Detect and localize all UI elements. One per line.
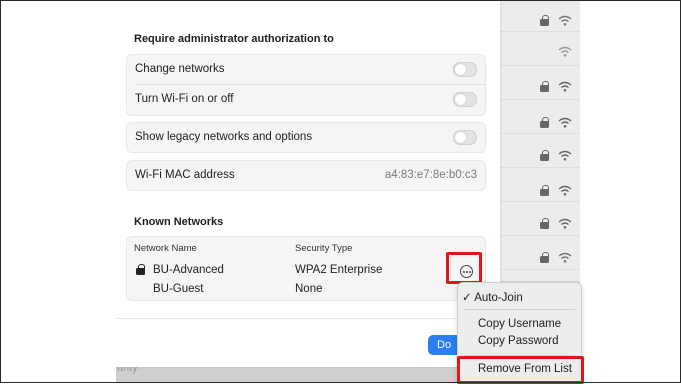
network-name: BU-Advanced [153, 264, 224, 276]
row-divider [135, 84, 485, 85]
network-security: WPA2 Enterprise [295, 264, 383, 276]
change-networks-label: Change networks [135, 63, 225, 75]
wifi-icon [558, 150, 572, 161]
background-row [500, 32, 580, 66]
menu-item-copy-username[interactable]: Copy Username [478, 318, 601, 330]
menu-divider [464, 309, 575, 310]
turn-wifi-label: Turn Wi-Fi on or off [135, 93, 234, 105]
mac-address-label: Wi-Fi MAC address [135, 169, 235, 181]
background-row [500, 168, 580, 202]
change-networks-toggle[interactable] [453, 62, 477, 77]
lock-icon [540, 117, 549, 129]
turn-wifi-toggle[interactable] [453, 92, 477, 107]
wifi-icon [558, 252, 572, 263]
lock-icon [540, 81, 549, 93]
menu-item-copy-password[interactable]: Copy Password [478, 335, 601, 347]
lock-icon [136, 264, 145, 276]
admin-auth-title: Require administrator authorization to [134, 33, 334, 45]
menu-item-auto-join[interactable]: ✓ Auto-Join [462, 290, 585, 304]
wifi-options-panel: Require administrator authorization to C… [116, 1, 500, 367]
background-row [500, 100, 580, 134]
known-networks-title: Known Networks [134, 216, 224, 228]
menu-item-remove-from-list[interactable]: Remove From List [478, 363, 601, 375]
network-context-menu: ✓ Auto-Join Copy Username Copy Password … [457, 282, 582, 384]
wifi-icon [558, 218, 572, 229]
background-row [500, 134, 580, 168]
lock-icon [540, 218, 549, 230]
network-name: BU-Guest [153, 283, 204, 295]
mac-address-group: Wi-Fi MAC address a4:83:e7:8e:b0:c3 [126, 160, 486, 191]
background-row [500, 236, 580, 270]
lock-icon [540, 252, 549, 264]
background-row [500, 1, 580, 32]
lock-icon [540, 15, 549, 27]
lock-icon [540, 185, 549, 197]
wifi-icon [558, 81, 572, 92]
column-header-network-name[interactable]: Network Name [134, 243, 197, 254]
wifi-icon [558, 185, 572, 196]
panel-footer-divider [116, 318, 456, 319]
network-security: None [295, 283, 323, 295]
admin-auth-group: Change networks Turn Wi-Fi on or off [126, 54, 486, 116]
legacy-group: Show legacy networks and options [126, 122, 486, 153]
column-header-security-type[interactable]: Security Type [295, 243, 352, 254]
more-icon[interactable] [460, 265, 473, 278]
mac-address-value: a4:83:e7:8e:b0:c3 [384, 169, 477, 181]
wifi-icon [558, 46, 572, 57]
lock-icon [540, 150, 549, 162]
known-networks-table: Network Name Security Type BU-Advanced W… [126, 236, 486, 301]
legacy-networks-toggle[interactable] [453, 130, 477, 145]
menu-divider [464, 355, 575, 356]
wifi-icon [558, 15, 572, 26]
background-row [500, 202, 580, 236]
wifi-icon [558, 117, 572, 128]
background-row [500, 66, 580, 100]
legacy-networks-label: Show legacy networks and options [135, 131, 313, 143]
